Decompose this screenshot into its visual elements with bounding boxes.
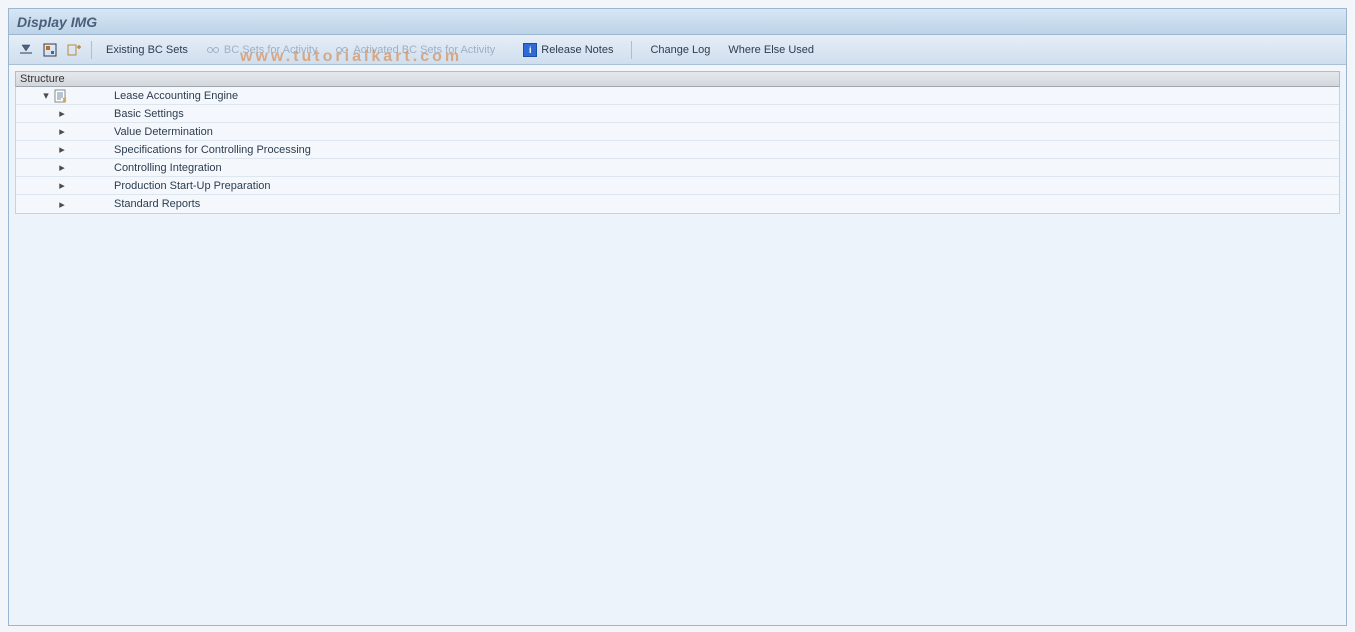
button-label: Existing BC Sets [106, 44, 188, 56]
tree: ▾ Lease Accounting Engine ▸ Basic Settin… [15, 87, 1340, 214]
tree-node-label: Specifications for Controlling Processin… [114, 144, 311, 156]
structure-header: Structure [15, 71, 1340, 87]
info-icon: i [523, 43, 537, 57]
tree-child-row[interactable]: ▸ Production Start-Up Preparation [16, 177, 1339, 195]
expand-icon[interactable]: ▸ [56, 179, 68, 192]
button-label: Change Log [650, 44, 710, 56]
tree-child-row[interactable]: ▸ Basic Settings [16, 105, 1339, 123]
expand-icon[interactable]: ▸ [56, 107, 68, 120]
tree-child-row[interactable]: ▸ Value Determination [16, 123, 1339, 141]
button-label: Release Notes [541, 44, 613, 56]
structure-header-label: Structure [20, 73, 65, 85]
change-log-button[interactable]: Change Log [642, 39, 718, 61]
glasses-icon [206, 45, 220, 55]
expand-icon[interactable]: ▸ [56, 198, 68, 211]
expand-icon[interactable]: ▸ [56, 143, 68, 156]
toolbar-separator [91, 41, 92, 59]
toolbar-separator [631, 41, 632, 59]
tree-node-label: Value Determination [114, 126, 213, 138]
button-label: BC Sets for Activity [224, 44, 318, 56]
collapse-icon[interactable]: ▾ [40, 89, 52, 102]
document-icon[interactable] [54, 89, 68, 103]
tree-child-row[interactable]: ▸ Controlling Integration [16, 159, 1339, 177]
titlebar: Display IMG [9, 9, 1346, 35]
tree-node-label: Controlling Integration [114, 162, 222, 174]
existing-bc-sets-button[interactable]: Existing BC Sets [98, 39, 196, 61]
tree-node-label: Production Start-Up Preparation [114, 180, 271, 192]
window: Display IMG Existing BC Sets BC Sets for… [8, 8, 1347, 626]
tree-child-row[interactable]: ▸ Specifications for Controlling Process… [16, 141, 1339, 159]
expand-icon[interactable]: ▸ [56, 125, 68, 138]
expand-icon[interactable] [15, 39, 37, 61]
button-label: Activated BC Sets for Activity [353, 44, 495, 56]
toolbar: Existing BC Sets BC Sets for Activity Ac… [9, 35, 1346, 65]
tree-root-row[interactable]: ▾ Lease Accounting Engine [16, 87, 1339, 105]
tree-node-label: Standard Reports [114, 198, 200, 210]
add-node-icon[interactable] [63, 39, 85, 61]
expand-icon[interactable]: ▸ [56, 161, 68, 174]
where-else-used-button[interactable]: Where Else Used [720, 39, 822, 61]
page-title: Display IMG [17, 14, 97, 30]
release-notes-button[interactable]: i Release Notes [515, 39, 621, 61]
activated-bc-sets-for-activity-button: Activated BC Sets for Activity [327, 39, 503, 61]
button-label: Where Else Used [728, 44, 814, 56]
tree-node-label: Lease Accounting Engine [114, 90, 238, 102]
tree-child-row[interactable]: ▸ Standard Reports [16, 195, 1339, 213]
img-activity-icon[interactable] [39, 39, 61, 61]
content-area: Structure ▾ Lease Accounting Engine ▸ Ba… [9, 71, 1346, 625]
tree-node-label: Basic Settings [114, 108, 184, 120]
bc-sets-for-activity-button: BC Sets for Activity [198, 39, 326, 61]
glasses-icon [335, 45, 349, 55]
